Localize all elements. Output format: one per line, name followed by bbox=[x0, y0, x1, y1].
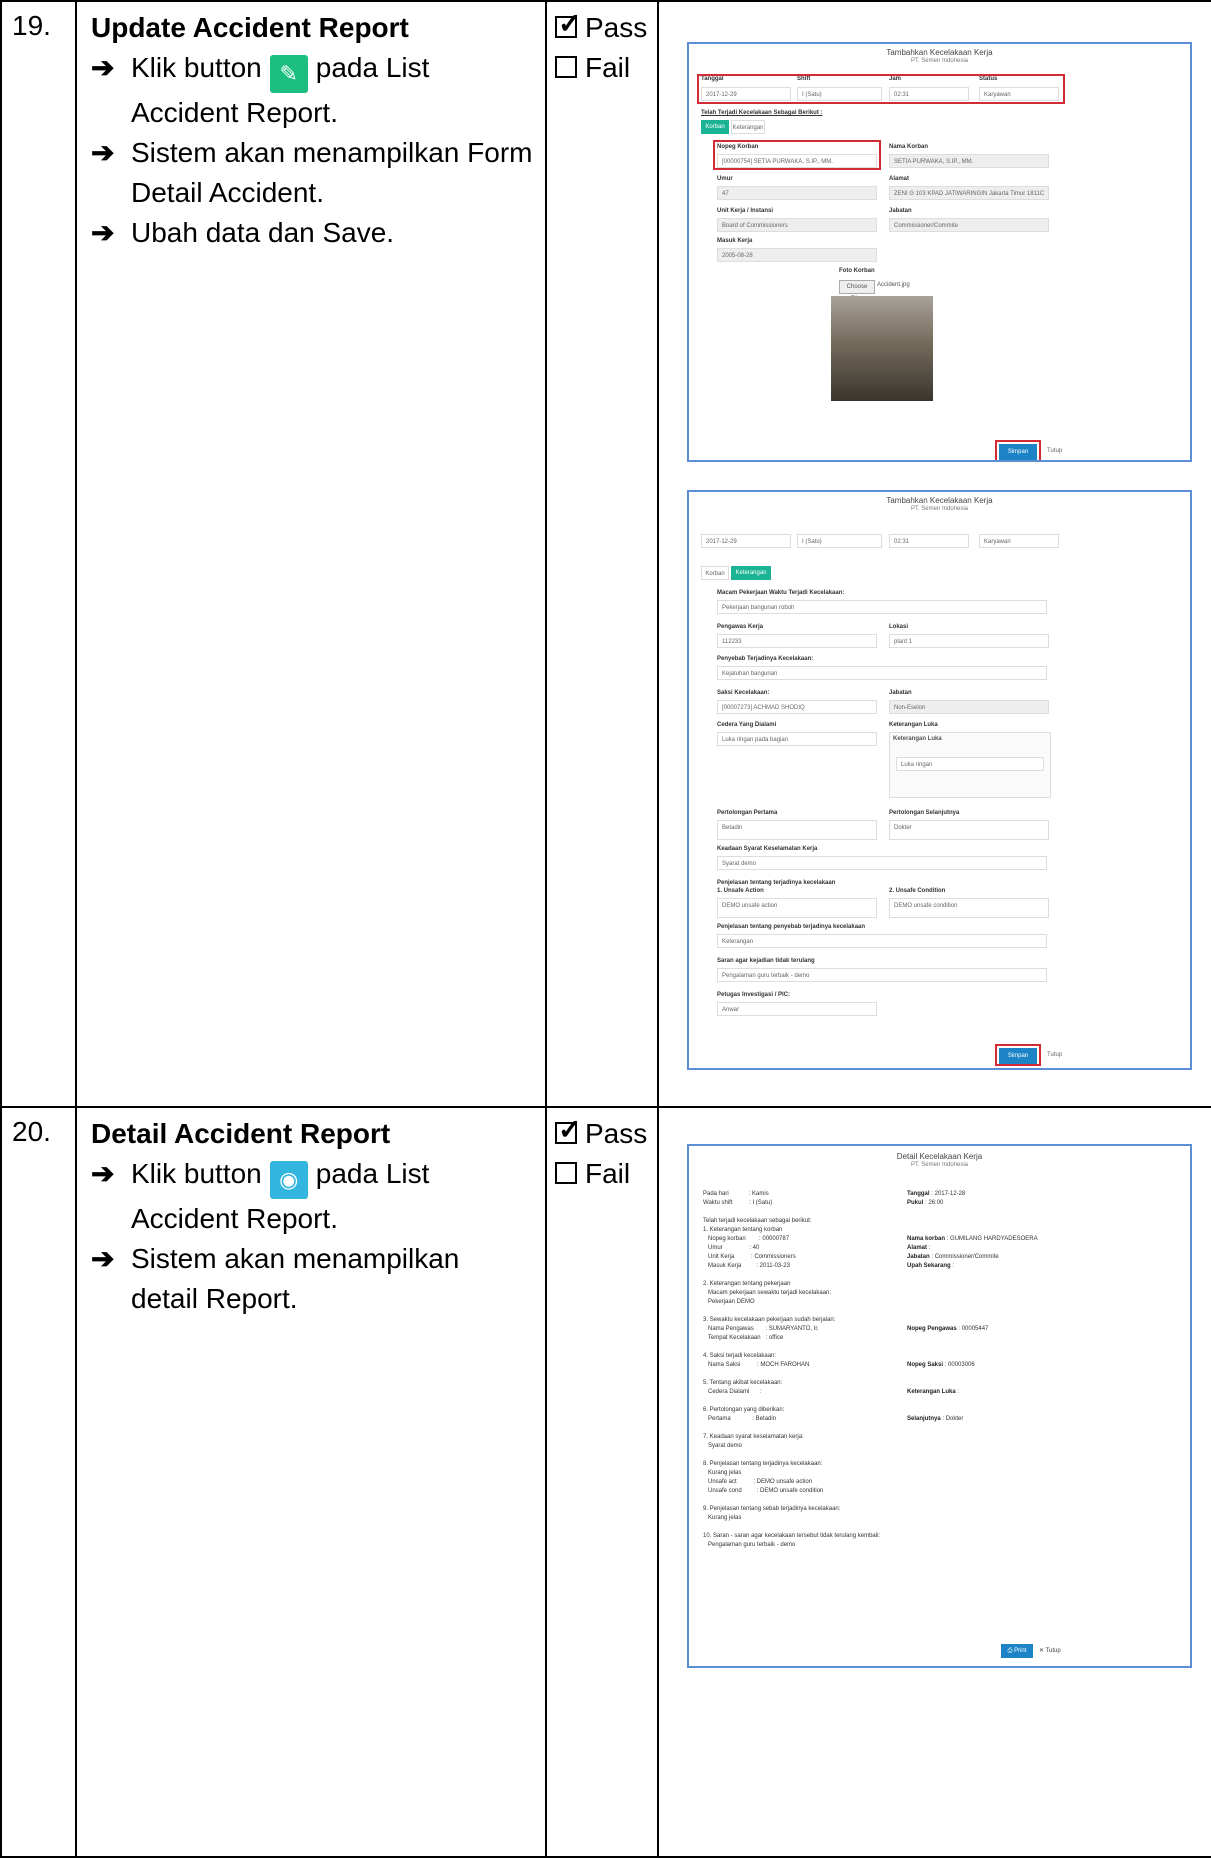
tutup-button[interactable]: ✕ Tutup bbox=[1039, 1647, 1061, 1654]
saran-field[interactable]: Pengalaman guru terbaik - demo bbox=[717, 968, 1047, 982]
step-2: ➔ Sistem akan menampilkan detail Report. bbox=[91, 1239, 533, 1319]
jabatan-field: Commissioner/Commite bbox=[889, 218, 1049, 232]
unsafe-condition-field[interactable]: DEMO unsafe condition bbox=[889, 898, 1049, 918]
tab-korban[interactable]: Korban bbox=[701, 566, 729, 580]
edit-button-icon: ✎ bbox=[269, 55, 308, 93]
arrow-icon: ➔ bbox=[91, 1158, 115, 1189]
test-row-20: 20. Detail Accident Report ➔ Klik button… bbox=[0, 1106, 1211, 1858]
tutup-button[interactable]: Tutup bbox=[1047, 448, 1062, 454]
detail-right-nama: Nama korban : GUMILANG HARDYADESOERA bbox=[907, 1236, 1038, 1242]
detail-right-upah: Upah Sekarang : bbox=[907, 1263, 955, 1269]
pengawas-field[interactable]: 112233 bbox=[717, 634, 877, 648]
pertolongan-pertama-field[interactable]: Betadin bbox=[717, 820, 877, 840]
detail-right-nopeg-pengawas: Nopeg Pengawas : 00005447 bbox=[907, 1326, 989, 1332]
tab-keterangan[interactable]: Keterangan bbox=[731, 566, 771, 580]
penjelasan-penyebab-field[interactable]: Keterangan bbox=[717, 934, 1047, 948]
result-cell: Pass Fail bbox=[545, 0, 659, 1108]
macam-pekerjaan-field[interactable]: Pekerjaan bangunan roboh bbox=[717, 600, 1047, 614]
detail-right-selanjutnya: Selanjutnya : Dokter bbox=[907, 1416, 964, 1422]
detail-report-screenshot: Detail Kecelakaan Kerja PT. Semen Indone… bbox=[687, 1144, 1192, 1668]
arrow-icon: ➔ bbox=[91, 137, 115, 168]
highlight-box bbox=[697, 74, 1065, 104]
highlight-box bbox=[995, 440, 1041, 460]
printer-icon: ⎙ bbox=[1007, 1648, 1013, 1654]
step-2: ➔ Sistem akan menampilkan Form Detail Ac… bbox=[91, 133, 533, 213]
view-button-icon: ◉ bbox=[269, 1161, 308, 1199]
test-row-19: 19. Update Accident Report ➔ Klik button… bbox=[0, 0, 1211, 1108]
detail-right-jabatan: Jabatan : Commissioner/Commite bbox=[907, 1254, 999, 1260]
description-cell: Update Accident Report ➔ Klik button ✎ pad… bbox=[75, 0, 547, 1108]
arrow-icon: ➔ bbox=[91, 1243, 115, 1274]
form-korban-screenshot: Tambahkan Kecelakaan Kerja PT. Semen Ind… bbox=[687, 42, 1192, 462]
penyebab-field[interactable]: Kejatuhan bangunan bbox=[717, 666, 1047, 680]
print-button[interactable]: ⎙ Print bbox=[1001, 1644, 1033, 1658]
arrow-icon: ➔ bbox=[91, 52, 115, 83]
checked-checkbox-icon bbox=[555, 4, 581, 44]
detail-right-keterangan-luka: Keterangan Luka : bbox=[907, 1389, 960, 1395]
checked-checkbox-icon bbox=[555, 1110, 581, 1150]
form-subtitle: PT. Semen Indonesia bbox=[910, 58, 969, 64]
pic-field[interactable]: Anwar bbox=[717, 1002, 877, 1016]
description-cell: Detail Accident Report ➔ Klik button ◉ pad… bbox=[75, 1106, 547, 1858]
detail-right-alamat: Alamat : bbox=[907, 1245, 931, 1251]
empty-checkbox-icon bbox=[555, 56, 577, 78]
jabatan-saksi-field: Non-Eselon bbox=[889, 700, 1049, 714]
fail-option: Fail bbox=[555, 48, 649, 88]
alamat-field: ZENI G 103 KPAD JATIWARINGIN Jakarta Tim… bbox=[889, 186, 1049, 200]
form-subtitle: PT. Semen Indonesia bbox=[910, 506, 969, 512]
masuk-field: 2005-08-28 bbox=[717, 248, 877, 262]
saksi-select[interactable]: [00007273] ACHMAD SHODIQ bbox=[717, 700, 877, 714]
empty-checkbox-icon bbox=[555, 1162, 577, 1184]
cedera-field[interactable]: Luka ringan pada bagian bbox=[717, 732, 877, 746]
fail-option: Fail bbox=[555, 1154, 649, 1194]
screenshot-cell: Detail Kecelakaan Kerja PT. Semen Indone… bbox=[657, 1106, 1211, 1858]
form-keterangan-screenshot: Tambahkan Kecelakaan Kerja PT. Semen Ind… bbox=[687, 490, 1192, 1070]
keterangan-luka-panel: Keterangan Luka Luka ringan bbox=[889, 732, 1051, 798]
unsafe-action-field[interactable]: DEMO unsafe action bbox=[717, 898, 877, 918]
row-number: 19. bbox=[0, 0, 77, 1108]
victim-photo bbox=[831, 296, 933, 401]
pertolongan-selanjutnya-field[interactable]: Dokter bbox=[889, 820, 1049, 840]
detail-right-tanggal: Tanggal : 2017-12-28 bbox=[907, 1191, 966, 1197]
pass-option: Pass bbox=[555, 4, 649, 48]
tanggal-field[interactable]: 2017-12-29 bbox=[701, 534, 791, 548]
result-cell: Pass Fail bbox=[545, 1106, 659, 1858]
highlight-box bbox=[713, 140, 881, 170]
shift-select[interactable]: I (Satu) bbox=[797, 534, 882, 548]
pass-option: Pass bbox=[555, 1110, 649, 1154]
nama-field: SETIA PURWAKA, S.IP., MM. bbox=[889, 154, 1049, 168]
step-1: ➔ Klik button ✎ pada List Accident Report. bbox=[91, 48, 533, 133]
umur-field: 47 bbox=[717, 186, 877, 200]
detail-left-column: Pada hari : Kamis Waktu shift : I (Satu)… bbox=[703, 1191, 881, 1548]
jam-field[interactable]: 02:31 bbox=[889, 534, 969, 548]
form-title: Tambahkan Kecelakaan Kerja bbox=[886, 496, 993, 505]
unit-field: Board of Commissioners bbox=[717, 218, 877, 232]
test-case-table: 19. Update Accident Report ➔ Klik button… bbox=[0, 0, 1211, 1858]
arrow-icon: ➔ bbox=[91, 217, 115, 248]
syarat-field[interactable]: Syarat demo bbox=[717, 856, 1047, 870]
screenshot-cell: Tambahkan Kecelakaan Kerja PT. Semen Ind… bbox=[657, 0, 1211, 1108]
detail-right-pukul: Pukul : 26:00 bbox=[907, 1200, 944, 1206]
lokasi-field[interactable]: plant 1 bbox=[889, 634, 1049, 648]
choose-files-button[interactable]: Choose Files bbox=[839, 280, 875, 302]
tab-korban[interactable]: Korban bbox=[701, 120, 729, 134]
detail-subtitle: PT. Semen Indonesia bbox=[910, 1162, 969, 1168]
scenario-title: Detail Accident Report bbox=[91, 1118, 391, 1149]
keterangan-luka-field[interactable]: Luka ringan bbox=[896, 757, 1044, 771]
detail-title: Detail Kecelakaan Kerja bbox=[896, 1152, 983, 1161]
detail-right-nopeg-saksi: Nopeg Saksi : 00003006 bbox=[907, 1362, 975, 1368]
scenario-title: Update Accident Report bbox=[91, 12, 409, 43]
tutup-button[interactable]: Tutup bbox=[1047, 1052, 1062, 1058]
form-title: Tambahkan Kecelakaan Kerja bbox=[886, 48, 993, 57]
highlight-box bbox=[995, 1044, 1041, 1066]
close-icon: ✕ bbox=[1039, 1648, 1045, 1654]
row-number: 20. bbox=[0, 1106, 77, 1858]
step-3: ➔ Ubah data dan Save. bbox=[91, 213, 533, 253]
tab-keterangan[interactable]: Keterangan bbox=[731, 120, 765, 134]
file-name: Accident.jpg bbox=[877, 282, 910, 288]
status-select[interactable]: Karyawan bbox=[979, 534, 1059, 548]
step-1: ➔ Klik button ◉ pada List Accident Report. bbox=[91, 1154, 533, 1239]
